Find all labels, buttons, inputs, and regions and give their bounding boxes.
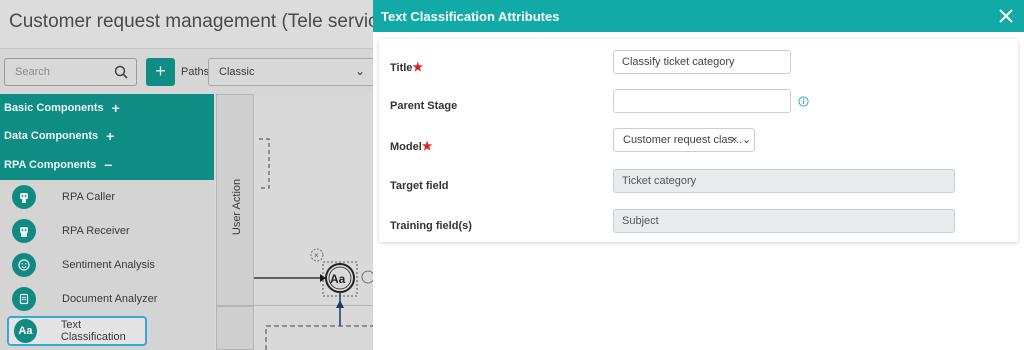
section-label: Basic Components bbox=[4, 102, 104, 114]
palette-item-document-analyzer[interactable]: Document Analyzer bbox=[0, 282, 214, 316]
target-field-label: Target field bbox=[390, 180, 449, 192]
chevron-down-icon[interactable]: ⌄ bbox=[742, 133, 751, 146]
robot-icon bbox=[12, 185, 36, 209]
section-rpa-components[interactable]: RPA Components − bbox=[0, 150, 214, 180]
svg-text:×: × bbox=[314, 251, 319, 260]
model-label: Model★ bbox=[390, 139, 433, 153]
required-icon: ★ bbox=[421, 139, 433, 153]
paths-label: Paths bbox=[181, 66, 210, 78]
palette-item-label: RPA Receiver bbox=[62, 225, 130, 237]
info-icon[interactable] bbox=[798, 96, 809, 107]
section-label: Data Components bbox=[4, 130, 99, 142]
palette-item-rpa-caller[interactable]: RPA Caller bbox=[0, 180, 214, 214]
attributes-dialog: Text Classification Attributes Title★ Pa… bbox=[373, 0, 1024, 350]
attributes-form: Title★ Parent Stage Model★ Customer requ… bbox=[379, 39, 1018, 242]
palette-item-rpa-receiver[interactable]: RPA Receiver bbox=[0, 214, 214, 248]
section-label: RPA Components bbox=[4, 159, 97, 171]
toolbar: Search + Paths Classic ⌄ bbox=[0, 48, 373, 94]
robot-icon bbox=[12, 219, 36, 243]
title-field[interactable] bbox=[613, 50, 791, 74]
expand-icon[interactable]: + bbox=[106, 122, 114, 150]
process-diagram: × Aa bbox=[254, 138, 373, 350]
parent-stage-field[interactable] bbox=[613, 89, 791, 113]
search-placeholder: Search bbox=[15, 66, 50, 78]
target-field bbox=[613, 169, 955, 193]
parent-stage-label: Parent Stage bbox=[390, 100, 458, 112]
search-icon[interactable] bbox=[114, 65, 128, 79]
search-input[interactable]: Search bbox=[4, 58, 137, 86]
training-fields-label: Training field(s) bbox=[390, 220, 472, 232]
clear-icon[interactable]: × bbox=[731, 134, 737, 146]
expand-icon[interactable]: + bbox=[112, 94, 120, 122]
process-designer: Customer request management (Tele servic… bbox=[0, 0, 373, 350]
dialog-title: Text Classification Attributes bbox=[381, 8, 560, 24]
svg-text:Aa: Aa bbox=[330, 272, 346, 286]
component-palette: Basic Components + Data Components + RPA… bbox=[0, 94, 214, 350]
smiley-icon bbox=[12, 253, 36, 277]
collapse-icon[interactable]: − bbox=[104, 151, 112, 179]
add-path-button[interactable]: + bbox=[146, 58, 175, 86]
close-icon[interactable] bbox=[998, 8, 1014, 24]
model-select[interactable]: Customer request clas... × ⌄ bbox=[613, 128, 755, 152]
model-select-value: Customer request clas... bbox=[623, 134, 743, 146]
paths-select[interactable]: Classic ⌄ bbox=[208, 58, 373, 86]
document-icon bbox=[12, 287, 36, 311]
chevron-down-icon: ⌄ bbox=[354, 64, 365, 78]
paths-select-value: Classic bbox=[219, 66, 255, 78]
required-icon: ★ bbox=[412, 60, 424, 74]
palette-item-label: Text Classification bbox=[60, 319, 126, 343]
palette-item-text-classification[interactable]: Aa Text Classification bbox=[7, 316, 147, 346]
process-canvas[interactable]: User Action × Aa bbox=[214, 94, 373, 350]
dialog-header: Text Classification Attributes bbox=[373, 0, 1024, 32]
palette-item-label: Sentiment Analysis bbox=[62, 259, 155, 271]
section-basic-components[interactable]: Basic Components + bbox=[0, 94, 214, 122]
text-aa-icon: Aa bbox=[14, 319, 37, 343]
app-title: Customer request management (Tele servic… bbox=[9, 11, 373, 32]
title-label: Title★ bbox=[390, 60, 424, 74]
palette-item-label: Document Analyzer bbox=[62, 293, 158, 305]
training-fields bbox=[613, 209, 955, 233]
palette-item-label: RPA Caller bbox=[62, 191, 115, 203]
section-data-components[interactable]: Data Components + bbox=[0, 122, 214, 150]
palette-item-sentiment-analysis[interactable]: Sentiment Analysis bbox=[0, 248, 214, 282]
